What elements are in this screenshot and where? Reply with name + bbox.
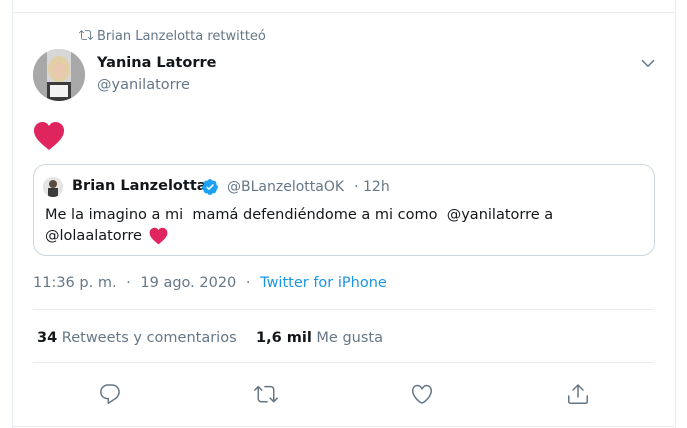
author-handle[interactable]: @yanilatorre: [97, 77, 190, 93]
divider: [33, 362, 653, 363]
red-heart-emoji: [34, 122, 64, 150]
avatar-photo: [33, 49, 85, 101]
retweet-context-text: Brian Lanzelotta retwitteó: [97, 28, 266, 44]
retweet-icon[interactable]: [254, 382, 278, 406]
chevron-down-icon[interactable]: [639, 54, 657, 72]
divider: [33, 309, 653, 310]
bottom-border: [12, 426, 674, 427]
retweets-stat[interactable]: 34 Retweets y comentarios: [37, 330, 237, 346]
red-heart-emoji: [149, 227, 168, 245]
avatar[interactable]: [33, 49, 85, 101]
quoted-author-handle: @BLanzelottaOK: [227, 179, 345, 195]
likes-stat[interactable]: 1,6 mil Me gusta: [256, 330, 383, 346]
quoted-text-line-2: @lolaalatorre: [45, 228, 142, 244]
retweet-icon: [79, 30, 93, 40]
meta-separator: ·: [245, 275, 251, 291]
likes-label: Me gusta: [316, 330, 383, 346]
tweet-time[interactable]: 11:36 p. m.: [33, 275, 117, 291]
retweets-count: 34: [37, 330, 58, 346]
top-border: [12, 12, 674, 13]
quoted-dot-separator: ·: [354, 179, 359, 195]
tweet-client-link[interactable]: Twitter for iPhone: [260, 275, 387, 291]
share-icon[interactable]: [566, 382, 590, 406]
like-icon[interactable]: [410, 382, 434, 406]
tweet-date[interactable]: 19 ago. 2020: [140, 275, 236, 291]
author-name[interactable]: Yanina Latorre: [97, 55, 216, 71]
tweet-metadata: 11:36 p. m. · 19 ago. 2020 · Twitter for…: [33, 275, 387, 291]
quoted-avatar: [43, 177, 63, 197]
quoted-avatar-photo: [43, 177, 63, 197]
likes-count: 1,6 mil: [256, 330, 312, 346]
quoted-timestamp: 12h: [363, 179, 390, 195]
quoted-author-name: Brian Lanzelotta: [72, 178, 207, 194]
reply-icon[interactable]: [98, 382, 122, 406]
quoted-text-line-1: Me la imagino a mi mamá defendiéndome a …: [45, 207, 554, 223]
quoted-tweet[interactable]: Brian Lanzelotta @BLanzelottaOK · 12h Me…: [33, 164, 655, 256]
meta-separator: ·: [126, 275, 131, 291]
verified-badge-icon: [202, 179, 218, 195]
retweets-label: Retweets y comentarios: [61, 330, 237, 346]
